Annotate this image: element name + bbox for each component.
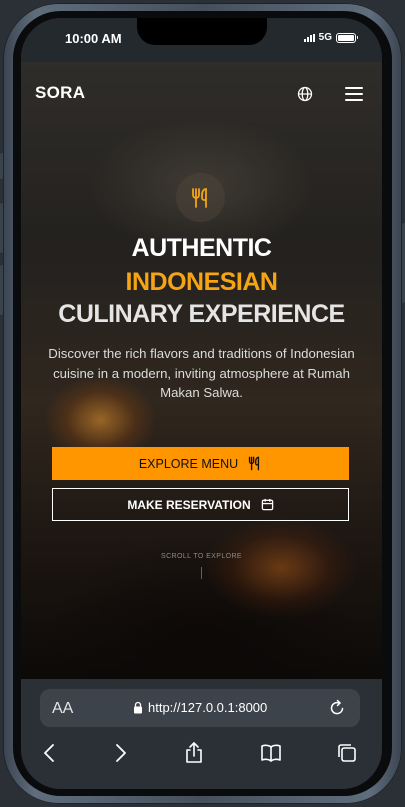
headline-line-2: INDONESIAN [125, 268, 278, 296]
make-reservation-label: MAKE RESERVATION [127, 497, 251, 512]
make-reservation-button[interactable]: MAKE RESERVATION [52, 488, 349, 521]
side-button [0, 265, 3, 315]
forward-icon[interactable] [108, 741, 132, 765]
side-button [0, 203, 3, 253]
globe-icon[interactable] [297, 86, 313, 102]
network-label: 5G [318, 32, 332, 43]
back-icon[interactable] [38, 741, 62, 765]
fork-knife-badge [176, 173, 225, 222]
browser-chrome: AA http://127.0.0.1:8000 [21, 679, 382, 789]
text-size-button[interactable]: AA [52, 700, 73, 718]
top-nav: SORA [21, 62, 382, 118]
phone-screen: 10:00 AM 5G SORA AUTHENTIC INDONESIAN CU [21, 18, 382, 789]
scroll-indicator-line [201, 567, 202, 579]
hamburger-menu-icon[interactable] [345, 87, 363, 101]
status-indicators: 5G [303, 32, 358, 43]
status-time: 10:00 AM [65, 31, 122, 46]
battery-icon [336, 32, 358, 43]
reload-icon[interactable] [328, 699, 346, 717]
headline-line-1: AUTHENTIC [131, 234, 272, 262]
status-bar: 10:00 AM 5G [21, 18, 382, 62]
side-button [0, 153, 3, 179]
url-text[interactable]: http://127.0.0.1:8000 [148, 700, 267, 715]
fork-knife-icon [249, 456, 260, 471]
brand-logo[interactable]: SORA [35, 83, 85, 103]
scroll-hint: SCROLL TO EXPLORE [161, 553, 242, 560]
explore-menu-button[interactable]: EXPLORE MENU [52, 447, 349, 480]
headline-line-3: CULINARY EXPERIENCE [58, 300, 345, 328]
lock-icon [134, 701, 142, 714]
hero-description: Discover the rich flavors and traditions… [48, 346, 355, 400]
fork-knife-icon [191, 187, 207, 208]
explore-menu-label: EXPLORE MENU [138, 456, 239, 471]
share-icon[interactable] [182, 741, 206, 765]
signal-icon [303, 33, 315, 42]
calendar-icon [261, 498, 273, 511]
tabs-icon[interactable] [335, 741, 359, 765]
address-bar[interactable]: AA http://127.0.0.1:8000 [40, 689, 360, 727]
hero-section: SORA AUTHENTIC INDONESIAN CULINARY EXPER… [21, 62, 382, 679]
bookmarks-icon[interactable] [259, 741, 283, 765]
notch [137, 18, 267, 45]
